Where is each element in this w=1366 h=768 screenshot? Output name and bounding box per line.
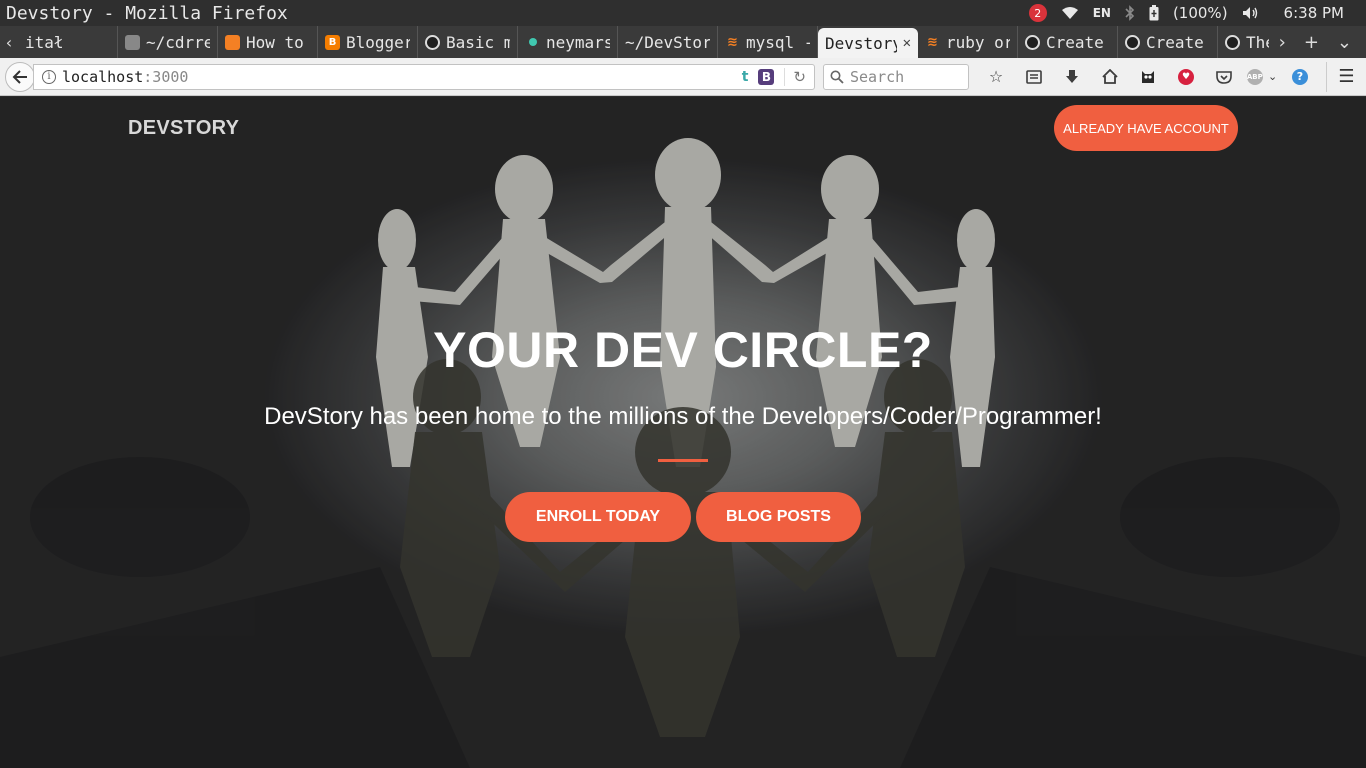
battery-icon[interactable] — [1149, 5, 1159, 21]
search-input[interactable] — [850, 67, 960, 86]
browser-tab[interactable]: ~/DevStor — [618, 26, 718, 58]
help-extension-icon[interactable]: ? — [1281, 62, 1319, 92]
hero-dark-overlay — [0, 97, 1366, 768]
tab-label: ruby or — [946, 32, 1010, 52]
terminal-icon — [125, 34, 140, 50]
url-host: localhost — [62, 67, 144, 86]
downloads-icon[interactable] — [1053, 62, 1091, 92]
info-icon[interactable]: i — [42, 69, 56, 84]
volume-icon[interactable] — [1242, 6, 1260, 20]
browser-tab[interactable]: Basic m — [418, 26, 518, 58]
reading-list-icon[interactable] — [1015, 62, 1053, 92]
search-box[interactable] — [823, 63, 969, 90]
hamburger-menu-icon[interactable]: ☰ — [1326, 61, 1366, 92]
browser-tab-active[interactable]: Devstory ✕ — [818, 28, 918, 58]
url-port: :3000 — [143, 67, 189, 86]
bluetooth-icon[interactable] — [1125, 5, 1135, 21]
github-icon — [1025, 34, 1040, 50]
nav-toolbar: i localhost:3000 t B ↻ ☆ ♥ ABP ⌄ ? ☰ — [0, 58, 1366, 96]
toolbar-icons: ☆ ♥ ABP ⌄ ? — [977, 62, 1319, 92]
page-viewport: DEVSTORY ALREADY HAVE ACCOUNT YOUR DEV C… — [0, 97, 1366, 768]
battery-level: (100%) — [1172, 4, 1228, 22]
back-arrow-icon[interactable] — [5, 61, 35, 92]
bookmark-star-icon[interactable]: ☆ — [977, 62, 1015, 92]
tab-list: itał ~/cdrre How to B Blogger Basic m ne… — [18, 26, 1269, 58]
hero-divider — [658, 459, 708, 462]
browser-tab[interactable]: ~/cdrre — [118, 26, 218, 58]
site-brand-logo[interactable]: DEVSTORY — [128, 117, 239, 140]
url-bar[interactable]: i localhost:3000 t B ↻ — [33, 63, 815, 90]
enroll-today-button[interactable]: ENROLL TODAY — [505, 492, 691, 542]
tab-label: Basic m — [446, 32, 510, 52]
browser-tab[interactable]: These c — [1218, 26, 1269, 58]
stackoverflow-icon: ≋ — [927, 34, 938, 50]
tab-label: Create — [1146, 32, 1204, 52]
bootstrap-icon[interactable]: B — [758, 68, 775, 85]
hero-actions: ENROLL TODAY BLOG POSTS — [505, 492, 861, 542]
browser-tab[interactable]: ≋ mysql - — [718, 26, 818, 58]
tab-label: These c — [1246, 32, 1269, 52]
tumblr-icon[interactable]: t — [742, 69, 749, 85]
adblock-icon[interactable]: ABP ⌄ — [1243, 62, 1281, 92]
owl-extension-icon[interactable] — [1129, 62, 1167, 92]
stackexchange-icon — [225, 34, 240, 50]
new-tab-plus-icon[interactable]: + — [1304, 32, 1319, 53]
os-title-bar: Devstory - Mozilla Firefox 2 EN (100%) 6… — [0, 0, 1366, 26]
github-icon — [425, 34, 440, 50]
tab-strip: ‹ itał ~/cdrre How to B Blogger Basic m … — [0, 26, 1366, 58]
wifi-icon[interactable] — [1061, 6, 1079, 20]
heart-extension-icon[interactable]: ♥ — [1167, 62, 1205, 92]
blog-posts-button[interactable]: BLOG POSTS — [696, 492, 861, 542]
tab-label: Blogger — [346, 32, 410, 52]
tab-label: Create — [1046, 32, 1104, 52]
tab-label: Devstory — [825, 33, 897, 53]
browser-tab[interactable]: Create — [1118, 26, 1218, 58]
hero-title: YOUR DEV CIRCLE? — [433, 322, 933, 378]
github-icon — [1125, 34, 1140, 50]
tab-label: How to — [246, 32, 304, 52]
reload-icon[interactable]: ↻ — [784, 67, 806, 86]
hero-subtitle: DevStory has been home to the millions o… — [264, 403, 1102, 430]
tab-label: itał — [25, 32, 64, 52]
browser-tab[interactable]: Create — [1018, 26, 1118, 58]
browser-tab[interactable]: itał — [18, 26, 118, 58]
tab-label: ~/DevStor — [625, 32, 710, 52]
browser-tab[interactable]: B Blogger — [318, 26, 418, 58]
browser-tab[interactable]: neymars — [518, 26, 618, 58]
tabstrip-controls: › + ⌄ — [1269, 26, 1366, 58]
close-tab-icon[interactable]: ✕ — [903, 35, 911, 51]
home-icon[interactable] — [1091, 62, 1129, 92]
url-bar-extensions: t B ↻ — [742, 67, 814, 86]
stackoverflow-icon: ≋ — [727, 34, 738, 50]
browser-tab[interactable]: How to — [218, 26, 318, 58]
notification-badge[interactable]: 2 — [1028, 4, 1047, 22]
url-text[interactable]: localhost:3000 — [62, 68, 742, 86]
tab-label: neymars — [546, 32, 610, 52]
site-header: DEVSTORY ALREADY HAVE ACCOUNT — [0, 97, 1366, 161]
clock[interactable]: 6:38 PM — [1284, 4, 1344, 22]
tab-list-chevron-down-icon[interactable]: ⌄ — [1337, 32, 1352, 53]
window-title: Devstory - Mozilla Firefox — [6, 2, 288, 24]
search-icon — [830, 70, 844, 84]
pocket-icon[interactable] — [1205, 62, 1243, 92]
blogger-icon: B — [325, 34, 340, 50]
github-icon — [1225, 34, 1240, 50]
tab-label: ~/cdrre — [146, 32, 210, 52]
tab-label: mysql - — [746, 32, 810, 52]
tab-scroll-left-icon[interactable]: ‹ — [0, 26, 18, 58]
system-tray: 2 EN (100%) 6:38 PM — [1028, 4, 1366, 22]
already-have-account-button[interactable]: ALREADY HAVE ACCOUNT — [1054, 105, 1238, 151]
tab-scroll-right-icon[interactable]: › — [1279, 32, 1286, 53]
dot-icon — [525, 35, 540, 50]
keyboard-language[interactable]: EN — [1093, 6, 1111, 20]
browser-tab[interactable]: ≋ ruby or — [918, 26, 1018, 58]
